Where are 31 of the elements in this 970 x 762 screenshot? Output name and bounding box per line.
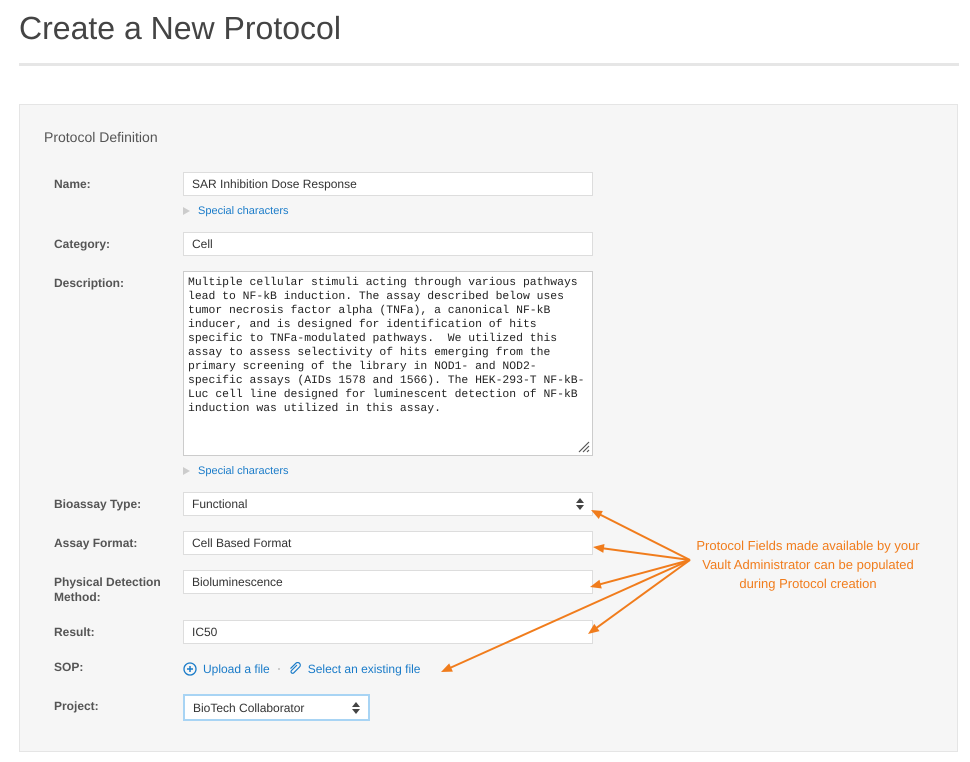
- paperclip-icon: [288, 662, 302, 676]
- text-field[interactable]: SAR Inhibition Dose Response: [183, 172, 593, 196]
- text-field[interactable]: Cell Based Format: [183, 531, 593, 555]
- field-label: Physical Detection Method:: [54, 574, 162, 605]
- triangle-icon: [183, 466, 190, 474]
- field-label: Name:: [54, 176, 91, 193]
- special-characters-link[interactable]: Special characters: [198, 464, 288, 476]
- field-label: Result:: [54, 624, 95, 641]
- field-label: Bioassay Type:: [54, 496, 142, 513]
- field-label: Category:: [54, 236, 110, 253]
- field-label: SOP:: [54, 659, 84, 676]
- text-field[interactable]: Bioluminescence: [183, 570, 593, 594]
- select-field[interactable]: BioTech Collaborator: [183, 694, 370, 721]
- annotation-text: Protocol Fields made available by your Vault Administrator can be populated during Protocol creation: [695, 537, 921, 593]
- caret-icon: [352, 702, 360, 714]
- section-title: Protocol Definition: [44, 129, 158, 145]
- caret-icon: [576, 498, 584, 510]
- select-field[interactable]: Functional: [183, 492, 593, 516]
- field-label: Project:: [54, 698, 99, 715]
- field-label: Description:: [54, 275, 124, 292]
- description-field[interactable]: Multiple cellular stimuli acting through various pathways lead to NF-kB induction. The assay described below uses tumor necrosis factor alpha (TNFa), a canonical NF-kB inducer, and is designed for identification of hits specific to TNFa-modulated pathways. We utilized this assay to assess selectivity of hits emerging from the primary screening of the library in NOD1- and NOD2-specific assays (AIDs 1578 and 1566). The HEK-293-T NF-kB-Luc cell line designed for luminescent detection of NF-kB induction was utilized in this assay.: [183, 271, 593, 456]
- text-field[interactable]: Cell: [183, 232, 593, 256]
- resize-grip-icon[interactable]: [577, 440, 590, 453]
- plus-circle-icon: [183, 662, 197, 676]
- triangle-icon: [183, 206, 190, 214]
- special-characters-link[interactable]: Special characters: [198, 204, 288, 216]
- upload-link[interactable]: Upload a file: [183, 662, 270, 676]
- page-title: Create a New Protocol: [19, 9, 341, 47]
- text-field[interactable]: IC50: [183, 620, 593, 644]
- field-label: Assay Format:: [54, 535, 138, 552]
- select-file-link[interactable]: Select an existing file: [288, 662, 420, 676]
